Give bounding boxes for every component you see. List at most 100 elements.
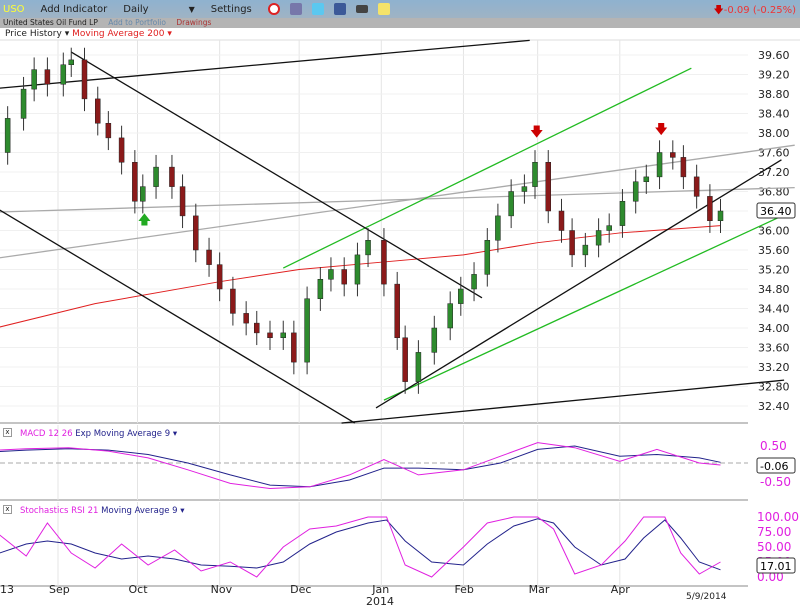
x-tick-label: Nov	[211, 583, 233, 596]
candle-body	[582, 244, 589, 256]
price-tick-label: 37.20	[758, 166, 790, 179]
end-date-label: 5/9/2014	[686, 592, 727, 602]
macd-close-icon[interactable]: x	[3, 428, 12, 437]
ma200-line	[0, 225, 721, 328]
candle-body	[95, 98, 101, 124]
price-tick-label: 38.40	[758, 108, 790, 121]
last-price-label: 36.40	[760, 205, 792, 218]
x-tick-label: Sep	[49, 583, 70, 596]
candle-body	[206, 249, 212, 265]
candle-body	[179, 186, 186, 217]
candle-body	[81, 59, 88, 100]
trendline-black	[375, 159, 782, 409]
candle-body	[243, 313, 249, 324]
candle-body	[431, 327, 438, 353]
candle-body	[707, 196, 713, 221]
stoch-signal-legend[interactable]: Moving Average 9 ▾	[101, 506, 184, 516]
candle-body	[4, 118, 11, 153]
price-tick-label: 33.20	[758, 361, 790, 374]
candle-body	[415, 352, 422, 382]
candle-body	[643, 176, 650, 182]
price-tick-label: 32.40	[758, 400, 790, 413]
x-tick-label: Oct	[129, 583, 149, 596]
candle-body	[140, 186, 146, 202]
down-arrow-marker: 🡇	[530, 125, 543, 140]
candle-body	[606, 225, 612, 231]
candle-body	[619, 201, 626, 226]
price-tick-label: 35.20	[758, 264, 790, 277]
x-tick-label: 13	[0, 583, 14, 596]
price-tick-label: 38.80	[758, 88, 790, 101]
candle-body	[60, 64, 67, 85]
candle-body	[118, 137, 125, 163]
candle-body	[394, 283, 400, 338]
candle-body	[153, 166, 159, 187]
candle-body	[193, 215, 199, 251]
macd-tick-label: 0.50	[760, 439, 787, 453]
x-tick-label: Mar	[529, 583, 550, 596]
candle-body	[381, 240, 387, 285]
stoch-close-icon[interactable]: x	[3, 505, 12, 514]
price-tick-label: 33.60	[758, 342, 790, 355]
candle-body	[670, 152, 676, 158]
candle-body	[341, 269, 347, 285]
candle-body	[105, 123, 112, 139]
candle-body	[632, 181, 639, 202]
macd-signal-line	[0, 445, 721, 488]
candle-body	[569, 230, 575, 256]
candle-body	[693, 176, 700, 197]
candle-body	[132, 162, 138, 202]
trendline-black	[0, 39, 530, 89]
candle-body	[317, 279, 324, 299]
candle-body	[328, 269, 334, 280]
candle-body	[254, 322, 260, 334]
candle-body	[558, 210, 565, 231]
candle-body	[545, 162, 551, 212]
candle-body	[680, 157, 687, 178]
up-arrow-marker: 🡅	[138, 213, 151, 228]
candle-body	[521, 186, 528, 192]
price-tick-label: 39.20	[758, 69, 790, 82]
stoch-legend[interactable]: Stochastics RSI 21	[20, 506, 98, 516]
candle-body	[508, 191, 514, 217]
macd-tick-label: -0.50	[760, 475, 791, 489]
candle-body	[44, 69, 51, 85]
candle-body	[31, 69, 37, 90]
candle-body	[532, 162, 538, 187]
x-year-label: 2014	[366, 595, 394, 607]
candle-body	[280, 332, 286, 338]
x-tick-label: Dec	[290, 583, 311, 596]
candle-body	[458, 288, 464, 304]
price-tick-label: 36.00	[758, 225, 790, 238]
macd-signal-legend[interactable]: Exp Moving Average 9 ▾	[75, 429, 177, 439]
candle-body	[68, 59, 74, 65]
macd-legend[interactable]: MACD 12 26	[20, 429, 73, 439]
candle-body	[304, 298, 310, 363]
macd-last-label: -0.06	[760, 460, 788, 473]
stoch-tick-label: 100.00	[757, 510, 799, 524]
candle-body	[169, 166, 175, 187]
price-tick-label: 39.60	[758, 49, 790, 62]
candle-body	[267, 332, 273, 338]
candle-body	[495, 215, 501, 241]
price-tick-label: 38.00	[758, 127, 790, 140]
candle-body	[291, 332, 297, 363]
stoch-last-label: 17.01	[760, 560, 792, 573]
candle-body	[20, 88, 27, 119]
x-tick-label: Feb	[454, 583, 473, 596]
x-tick-label: Apr	[611, 583, 631, 596]
trendline-black	[0, 209, 356, 424]
candle-body	[471, 274, 477, 290]
candle-body	[656, 152, 663, 178]
candle-body	[230, 288, 236, 314]
down-arrow-marker: 🡇	[655, 123, 668, 138]
candle-body	[402, 337, 408, 382]
candle-body	[595, 230, 602, 246]
candle-body	[484, 240, 491, 275]
candle-body	[365, 240, 371, 256]
stoch-line	[0, 516, 721, 578]
candle-body	[447, 303, 453, 329]
macd-line	[0, 442, 721, 490]
candle-body	[717, 210, 724, 221]
stoch-tick-label: 50.00	[757, 540, 791, 554]
